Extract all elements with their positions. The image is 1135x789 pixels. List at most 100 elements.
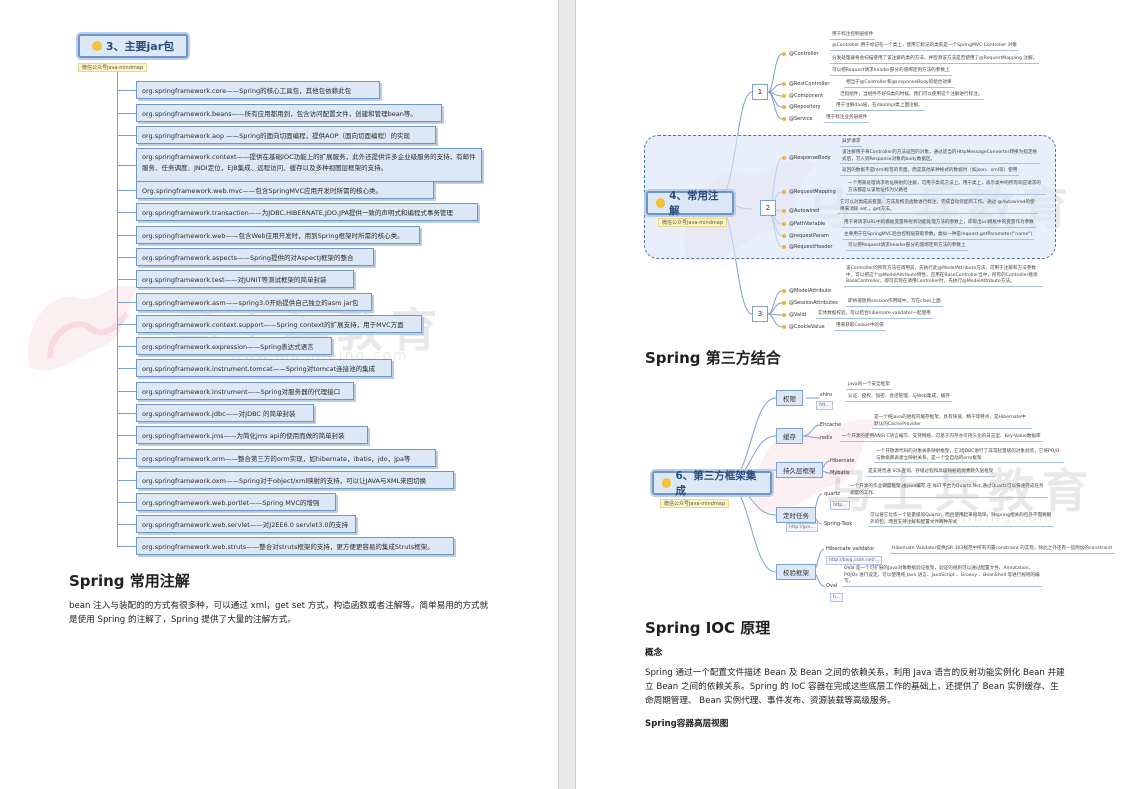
framework-note: Hibernate Validator提供JSR 303规范中所有内置const… [890, 546, 1115, 554]
annotation-name: @Valid [789, 312, 807, 318]
annotation-name: @PathVariable [789, 221, 826, 227]
section-body-annotations: bean 注入与装配的的方式有很多种，可以通过 xml，get set 方式，构… [69, 601, 489, 625]
document-viewer: 马士兵教育 www.mashibing.com 3、主要jar包 微信公众号ja… [0, 0, 1135, 789]
bullet-icon [782, 301, 786, 305]
group-number-1: 1 [752, 84, 768, 100]
jar-item: org.springframework.instrument——Spring对服… [136, 382, 354, 400]
annotation-name: @CookieValue [789, 324, 825, 330]
framework-quartz: quartz [824, 491, 841, 497]
bullet-icon [782, 234, 786, 238]
connector [117, 413, 136, 414]
annotation-note: 一个用来处理请求地址映射的注解，可用于类或方法上。用于类上，表示类中的所有响应请… [846, 181, 1046, 195]
framework-redis: redis [820, 435, 833, 441]
mindmap-root-tag: 微信公众号java-mindmap [660, 499, 729, 508]
watermark-logo [28, 285, 140, 371]
mindmap-root-label: 6、第三方框架集成 [675, 470, 757, 497]
jar-item: org.springframework.web.portlet——Spring … [136, 493, 336, 511]
page-gutter [558, 0, 576, 789]
annotation-note: 用于将请求URL中的模板变量映射到功能处理方法的参数上，即取出uri模板中的变量… [842, 220, 1036, 228]
annotation-requestmapping: @RequestMapping [782, 189, 836, 195]
annotation-note: 异步请求 [840, 139, 863, 147]
category-security: 权限 [776, 390, 803, 406]
annotation-note: 用于标注控制层组件 [830, 32, 876, 40]
annotation-name: @Service [789, 116, 813, 122]
bullet-icon [782, 82, 786, 86]
ioc-concept-label: 概念 [645, 648, 663, 658]
connector [117, 90, 136, 91]
bullet-icon [782, 222, 786, 226]
connector [117, 391, 136, 392]
jar-item: org.springframework.oxm——Spring对于object/… [136, 471, 454, 489]
connector [117, 113, 136, 114]
jar-item: org.springframework.web.servlet——对J2EE6.… [136, 515, 356, 533]
annotation-note: 用来获取Cookie中的值 [834, 323, 886, 331]
annotation-valid: @Valid [782, 312, 806, 318]
annotation-responsebody: @ResponseBody [782, 155, 831, 161]
connector [117, 279, 136, 280]
annotation-note: 可以把Request请求header部分的值绑定到方法的参数上 [846, 243, 968, 251]
annotation-name: @ModelAttribute [789, 288, 832, 294]
jar-item: org.springframework.aspects——Spring提供的对A… [136, 248, 374, 266]
annotation-name: @Autowired [789, 208, 820, 214]
connector [117, 190, 136, 191]
connector [117, 212, 136, 213]
framework-ehcache: Ehcache [820, 422, 842, 428]
annotation-note: 即将值放到session作用域中，写在class上面 [846, 299, 943, 307]
annotation-modelattribute: @ModelAttribute [782, 288, 831, 294]
framework-link[interactable]: http... [830, 501, 850, 510]
annotation-note: 相当于@Controller和@responseBody的组合效果 [844, 80, 954, 88]
mindmap-root-tag: 微信公众号java-mindmap [658, 218, 727, 227]
annotation-component: @Component [782, 93, 823, 99]
framework-note: OVal 是一个可扩展的Java对象数据验证框架，验证的规则可以通过配置文件、A… [842, 566, 1042, 587]
section-title-ioc: Spring IOC 原理 [645, 619, 771, 637]
section-title-annotations: Spring 常用注解 [69, 572, 190, 590]
framework-note: java的一个安全框架 [846, 382, 892, 390]
bullet-icon [782, 325, 786, 329]
annotation-service: @Service [782, 116, 812, 122]
framework-oval: Oval [826, 583, 838, 589]
group-number-3: 3 [752, 306, 768, 322]
bullet-icon [782, 94, 786, 98]
annotation-note: 返回的数据不是html标签的页面，而是其他某种格式的数据时（如json、xml等… [840, 168, 1020, 176]
framework-link[interactable]: h... [830, 593, 844, 602]
bullet-icon [782, 245, 786, 249]
bullet-icon [782, 289, 786, 293]
connector [117, 235, 136, 236]
bullet-icon [782, 52, 786, 56]
annotation-note: @Controller 用于标记在一个类上，使用它标记的类就是一个SpringM… [830, 43, 1019, 51]
bullet-icon [782, 105, 786, 109]
connector [117, 546, 136, 547]
section-title-third-party: Spring 第三方结合 [645, 349, 781, 367]
jar-item: org.springframework.core——Spring的核心工具包，其… [136, 81, 380, 99]
annotation-note: 主要用于在SpringMVC后台控制层获取参数，类似一种是request.get… [842, 232, 1035, 240]
annotation-name: @Component [789, 93, 824, 99]
framework-link[interactable]: http://gcs... [786, 523, 818, 532]
smiley-icon [662, 478, 672, 488]
annotation-name: @SessionAttributes [789, 300, 838, 306]
connector [117, 524, 136, 525]
connector [117, 257, 136, 258]
framework-link[interactable]: http://blog.csdn.net/... [826, 556, 883, 565]
annotation-name: @RequestHeader [789, 244, 833, 250]
annotation-note: 该Controller的所有方法在调用前，先执行此@ModelAttribute… [844, 266, 1042, 287]
document-page-left: 马士兵教育 www.mashibing.com 3、主要jar包 微信公众号ja… [0, 0, 558, 789]
annotation-note: 用于注解dao层，在daoImpl类上面注解。 [834, 103, 925, 111]
mindmap-root-annotations: 4、常用注解 [646, 190, 734, 217]
annotation-note: 泛指组件，当组件不好归类的时候，我们可以使用这个注解进行标注。 [838, 92, 985, 100]
framework-note: 一个开源的使用ANSI C语言编写、支持网络、可基于内存亦可持久化的日志型、Ke… [840, 434, 1043, 442]
annotation-note: 它可以对类成员变量、方法及构造函数进行标注，完成自动装配的工作。通过 @Auto… [838, 200, 1038, 214]
category-validation: 校验框架 [776, 564, 816, 580]
jar-item: org.springframework.aop ——Spring的面向切面编程，… [136, 126, 436, 144]
jar-item: org.springframework.jdbc——对JDBC 的简单封装 [136, 404, 314, 422]
connector [117, 165, 136, 166]
annotation-autowired: @Autowired [782, 208, 819, 214]
framework-hibernate: Hibernate [830, 458, 855, 464]
connector [117, 324, 136, 325]
category-persistence: 持久层框架 [776, 462, 823, 478]
framework-link[interactable]: htt... [816, 401, 833, 410]
framework-note: 是支持普通 SQL查询，存储过程和高级映射的优秀持久层框架 [866, 469, 996, 477]
connector [117, 135, 136, 136]
framework-note: 一个开放源代码的对象关系映射框架，它对JDBC进行了非常轻量级的对象封装，它将P… [874, 449, 1064, 463]
annotation-requestheader: @RequestHeader [782, 244, 833, 250]
jar-item: org.springframework.asm——spring3.0开始提供自己… [136, 293, 372, 311]
